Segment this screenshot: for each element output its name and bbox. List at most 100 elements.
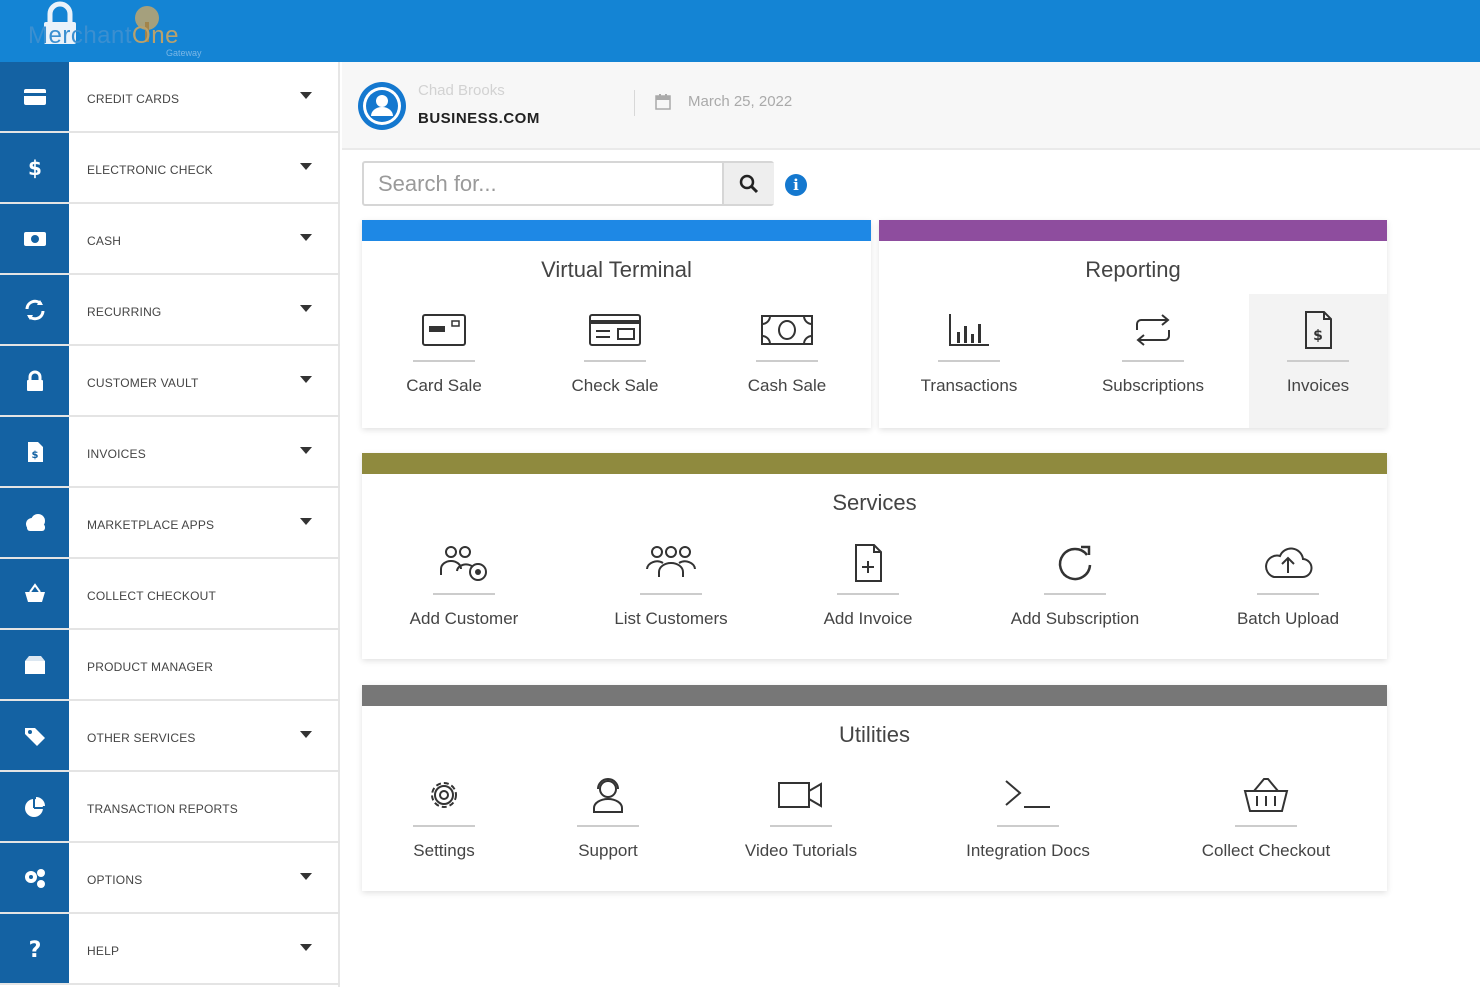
basket-icon <box>1243 778 1289 812</box>
sidebar-item-label: HELP <box>87 944 120 958</box>
tile-batch-upload[interactable]: Batch Upload <box>1224 543 1352 629</box>
brand-name: MerchantOne <box>28 22 179 50</box>
bar-chart-icon <box>949 314 989 346</box>
sidebar-item-product-manager[interactable]: PRODUCT MANAGER <box>0 630 340 701</box>
chevron-down-icon[interactable] <box>300 305 312 312</box>
panel-reporting: Reporting Transactions Subscriptions $ I… <box>879 220 1387 428</box>
tile-divider <box>756 360 818 362</box>
tile-label: List Customers <box>614 609 728 628</box>
tile-card-sale[interactable]: Card Sale <box>384 310 504 396</box>
chevron-down-icon[interactable] <box>300 873 312 880</box>
tile-collect-checkout[interactable]: Collect Checkout <box>1186 775 1346 861</box>
basket-icon <box>0 559 69 628</box>
chevron-down-icon[interactable] <box>300 447 312 454</box>
sidebar-item-label: TRANSACTION REPORTS <box>87 802 238 816</box>
brand-logo[interactable]: MerchantOne Gateway <box>14 0 214 62</box>
tile-label: Settings <box>413 841 475 860</box>
tile-label: Transactions <box>920 376 1018 395</box>
sidebar-item-other-services[interactable]: OTHER SERVICES <box>0 701 340 772</box>
sidebar-item-cash[interactable]: CASH <box>0 204 340 275</box>
tile-invoices[interactable]: $ Invoices <box>1249 294 1387 428</box>
tile-list-customers[interactable]: List Customers <box>598 543 744 629</box>
chevron-down-icon[interactable] <box>300 376 312 383</box>
tile-subscriptions[interactable]: Subscriptions <box>1085 310 1221 396</box>
chevron-down-icon[interactable] <box>300 518 312 525</box>
chevron-down-icon[interactable] <box>300 234 312 241</box>
sidebar-item-collect-checkout[interactable]: COLLECT CHECKOUT <box>0 559 340 630</box>
info-icon[interactable]: i <box>785 174 807 196</box>
tile-check-sale[interactable]: Check Sale <box>552 310 678 396</box>
svg-text:$: $ <box>1313 328 1323 344</box>
question-icon: ? <box>0 914 69 983</box>
tile-transactions[interactable]: Transactions <box>905 310 1033 396</box>
tile-video-tutorials[interactable]: Video Tutorials <box>726 775 876 861</box>
chevron-down-icon[interactable] <box>300 731 312 738</box>
terminal-icon <box>1005 780 1050 808</box>
sidebar-item-customer-vault[interactable]: CUSTOMER VAULT <box>0 346 340 417</box>
search-input[interactable] <box>364 163 722 204</box>
tile-divider <box>577 825 639 827</box>
sidebar-item-invoices[interactable]: $ INVOICES <box>0 417 340 488</box>
sidebar-item-label: COLLECT CHECKOUT <box>87 589 217 603</box>
tile-label: Video Tutorials <box>744 841 858 860</box>
panel-title: Reporting <box>1085 257 1181 282</box>
chevron-down-icon[interactable] <box>300 944 312 951</box>
svg-text:?: ? <box>28 938 41 962</box>
sidebar-item-transaction-reports[interactable]: TRANSACTION REPORTS <box>0 772 340 843</box>
tile-settings[interactable]: Settings <box>384 775 504 861</box>
search-box <box>362 161 774 206</box>
chevron-down-icon[interactable] <box>300 92 312 99</box>
tile-divider <box>1122 360 1184 362</box>
tile-divider <box>1044 593 1106 595</box>
panel-services: Services Add Customer List Customers Add… <box>362 453 1387 659</box>
panel-color-bar <box>362 453 1387 474</box>
chevron-down-icon[interactable] <box>300 163 312 170</box>
cloud-icon <box>0 488 69 557</box>
sidebar-item-marketplace-apps[interactable]: MARKETPLACE APPS <box>0 488 340 559</box>
tile-support[interactable]: Support <box>548 775 668 861</box>
tile-label: Collect Checkout <box>1201 841 1331 860</box>
panel-title: Virtual Terminal <box>541 257 692 282</box>
sidebar: CREDIT CARDS $ ELECTRONIC CHECK CASH REC… <box>0 62 340 987</box>
sidebar-item-options[interactable]: OPTIONS <box>0 843 340 914</box>
tile-divider <box>1287 360 1349 362</box>
tile-cash-sale[interactable]: Cash Sale <box>727 310 847 396</box>
sidebar-item-label: CREDIT CARDS <box>87 92 180 106</box>
sidebar-item-credit-cards[interactable]: CREDIT CARDS <box>0 62 340 133</box>
invoice-icon: $ <box>1305 311 1332 349</box>
video-camera-icon <box>778 782 822 808</box>
tile-add-subscription[interactable]: Add Subscription <box>990 543 1160 629</box>
tile-divider <box>837 593 899 595</box>
check-sale-icon <box>589 314 641 346</box>
tile-divider <box>1235 825 1297 827</box>
panel-color-bar <box>879 220 1387 241</box>
svg-text:$: $ <box>31 450 38 461</box>
tile-divider <box>413 360 475 362</box>
avatar[interactable] <box>358 82 406 130</box>
add-invoice-icon <box>855 544 882 582</box>
tile-integration-docs[interactable]: Integration Docs <box>948 775 1108 861</box>
add-customer-icon <box>440 546 487 581</box>
sidebar-item-label: MARKETPLACE APPS <box>87 518 215 532</box>
gears-icon <box>0 843 69 912</box>
sidebar-item-electronic-check[interactable]: $ ELECTRONIC CHECK <box>0 133 340 204</box>
tile-label: Cash Sale <box>747 376 827 395</box>
sidebar-item-label: CUSTOMER VAULT <box>87 376 199 390</box>
panel-title: Services <box>832 490 917 515</box>
panel-utilities: Utilities Settings Support Video Tutoria… <box>362 685 1387 891</box>
user-icon <box>363 87 401 125</box>
tile-label: Batch Upload <box>1236 609 1340 628</box>
tile-add-invoice[interactable]: Add Invoice <box>808 543 928 629</box>
tile-label: Add Customer <box>409 609 519 628</box>
search-button[interactable] <box>722 163 774 204</box>
panel-virtual-terminal: Virtual Terminal Card Sale Check Sale Ca… <box>362 220 871 428</box>
tile-divider <box>640 593 702 595</box>
user-name: Chad Brooks <box>418 82 505 99</box>
sidebar-item-help[interactable]: ? HELP <box>0 914 340 985</box>
top-bar: MerchantOne Gateway <box>0 0 1480 62</box>
sidebar-item-label: CASH <box>87 234 122 248</box>
tile-add-customer[interactable]: Add Customer <box>392 543 536 629</box>
sidebar-item-label: INVOICES <box>87 447 146 461</box>
sidebar-item-recurring[interactable]: RECURRING <box>0 275 340 346</box>
users-icon <box>646 546 696 577</box>
